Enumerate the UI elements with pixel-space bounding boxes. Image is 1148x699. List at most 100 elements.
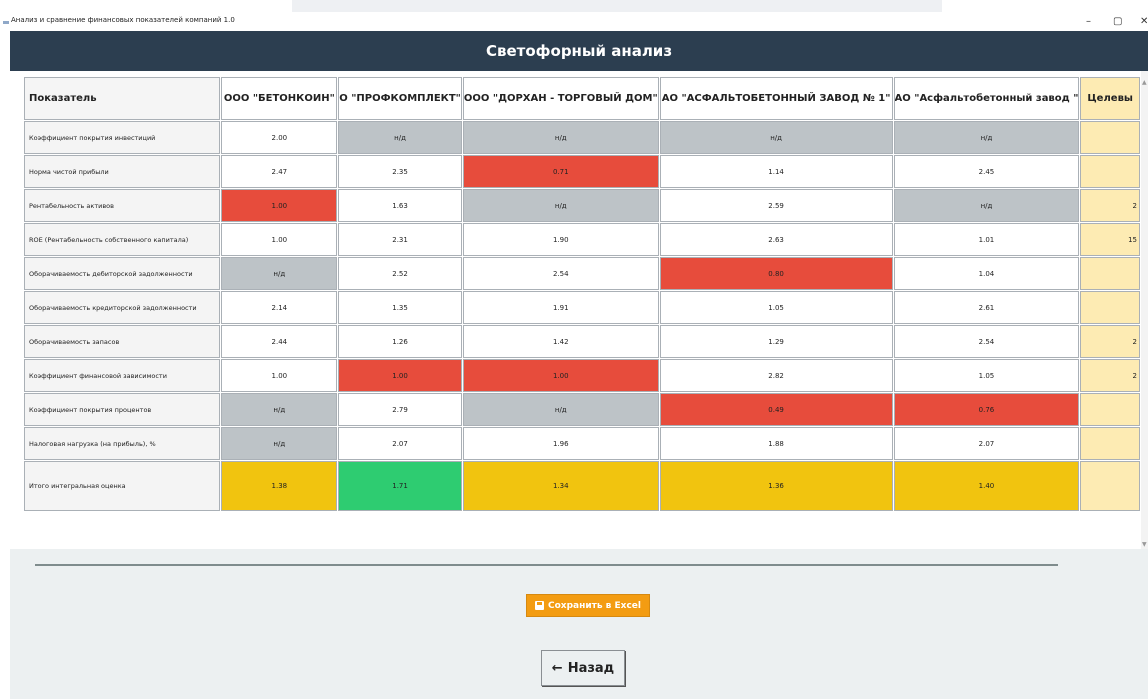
value-cell: 2.61	[893, 291, 1080, 324]
value-cell: 1.05	[659, 291, 893, 324]
value-cell: 1.04	[893, 257, 1080, 290]
value-cell: 1.38	[221, 461, 338, 511]
header-bar: Светофорный анализ	[10, 31, 1148, 71]
value-cell: 2.54	[893, 325, 1080, 358]
back-button[interactable]: ← Назад	[541, 650, 625, 686]
column-header-company: О "ПРОФКОМПЛЕКТ"	[338, 77, 462, 120]
target-cell: 15	[1080, 223, 1140, 256]
table-row: Оборачиваемость дебиторской задолженност…	[24, 257, 1140, 290]
value-cell: 1.42	[462, 325, 659, 358]
vertical-scrollbar[interactable]: ▲ ▼	[1141, 71, 1148, 549]
traffic-light-table: Показатель ООО "БЕТОНКОИН" О "ПРОФКОМПЛЕ…	[23, 76, 1141, 512]
value-cell: 0.80	[659, 257, 893, 290]
column-header-company: ООО "ДОРХАН - ТОРГОВЫЙ ДОМ"	[462, 77, 659, 120]
value-cell: 2.82	[659, 359, 893, 392]
top-strip	[0, 0, 1148, 13]
scroll-up-icon[interactable]: ▲	[1142, 79, 1147, 86]
value-cell: н/д	[893, 121, 1080, 154]
value-cell: 2.44	[221, 325, 338, 358]
value-cell: 1.00	[462, 359, 659, 392]
value-cell: 2.63	[659, 223, 893, 256]
row-label: Оборачиваемость дебиторской задолженност…	[24, 257, 221, 290]
value-cell: 1.29	[659, 325, 893, 358]
window-titlebar: Анализ и сравнение финансовых показателе…	[0, 13, 1148, 33]
value-cell: 2.31	[338, 223, 462, 256]
value-cell: н/д	[338, 121, 462, 154]
target-cell	[1080, 155, 1140, 188]
row-label: Оборачиваемость запасов	[24, 325, 221, 358]
row-label: Итого интегральная оценка	[24, 461, 221, 511]
value-cell: н/д	[221, 393, 338, 426]
value-cell: 0.71	[462, 155, 659, 188]
target-cell: 2	[1080, 325, 1140, 358]
value-cell: 1.00	[221, 223, 338, 256]
value-cell: 0.76	[893, 393, 1080, 426]
row-label: Оборачиваемость кредиторской задолженнос…	[24, 291, 221, 324]
target-cell: 2	[1080, 189, 1140, 222]
app-window: Светофорный анализ Показатель ООО "БЕТОН…	[10, 31, 1148, 699]
value-cell: 2.00	[221, 121, 338, 154]
target-cell	[1080, 461, 1140, 511]
value-cell: 2.14	[221, 291, 338, 324]
table-row: Налоговая нагрузка (на прибыль), % н/д 2.0…	[24, 427, 1140, 460]
row-label: Рентабельность активов	[24, 189, 221, 222]
column-header-company: ООО "БЕТОНКОИН"	[221, 77, 338, 120]
app-icon	[3, 21, 9, 24]
value-cell: 2.07	[338, 427, 462, 460]
value-cell: 1.05	[893, 359, 1080, 392]
save-disk-icon	[535, 601, 544, 610]
save-excel-button[interactable]: Сохранить в Excel	[526, 594, 650, 617]
value-cell: 1.63	[338, 189, 462, 222]
table-row: Рентабельность активов 1.00 1.63 н/д 2.59 н/д…	[24, 189, 1140, 222]
table-row: Коэффициент покрытия инвестиций 2.00 н/д н/…	[24, 121, 1140, 154]
value-cell: 2.54	[462, 257, 659, 290]
table-row: Оборачиваемость запасов 2.44 1.26 1.42 1.29 2…	[24, 325, 1140, 358]
value-cell: н/д	[462, 121, 659, 154]
row-label: Коэффициент покрытия инвестиций	[24, 121, 221, 154]
value-cell: 1.96	[462, 427, 659, 460]
value-cell: 1.91	[462, 291, 659, 324]
value-cell: 2.79	[338, 393, 462, 426]
back-arrow-icon: ←	[551, 660, 563, 676]
value-cell: 1.88	[659, 427, 893, 460]
row-label: Налоговая нагрузка (на прибыль), %	[24, 427, 221, 460]
table-row: Норма чистой прибыли 2.47 2.35 0.71 1.14 2.45	[24, 155, 1140, 188]
column-header-target: Целевы	[1080, 77, 1140, 120]
divider	[35, 564, 1058, 566]
maximize-icon[interactable]: ▢	[1113, 16, 1122, 28]
value-cell: н/д	[462, 189, 659, 222]
column-header-company: АО "АСФАЛЬТОБЕТОННЫЙ ЗАВОД № 1"	[659, 77, 893, 120]
row-label: Норма чистой прибыли	[24, 155, 221, 188]
target-cell	[1080, 291, 1140, 324]
target-cell	[1080, 121, 1140, 154]
page-title: Светофорный анализ	[485, 42, 673, 60]
value-cell: 2.52	[338, 257, 462, 290]
back-label: Назад	[567, 660, 615, 676]
minimize-icon[interactable]: –	[1086, 16, 1091, 28]
table-row: Коэффициент финансовой зависимости 1.00 1.…	[24, 359, 1140, 392]
table-row: Коэффициент покрытия процентов н/д 2.79 н/д…	[24, 393, 1140, 426]
value-cell: н/д	[462, 393, 659, 426]
value-cell: 1.00	[221, 189, 338, 222]
value-cell: 0.49	[659, 393, 893, 426]
close-icon[interactable]: ✕	[1140, 16, 1148, 28]
value-cell: 1.01	[893, 223, 1080, 256]
value-cell: 2.07	[893, 427, 1080, 460]
value-cell: н/д	[221, 427, 338, 460]
value-cell: 1.90	[462, 223, 659, 256]
scroll-down-icon[interactable]: ▼	[1142, 541, 1147, 548]
row-label: Коэффициент финансовой зависимости	[24, 359, 221, 392]
value-cell: 1.14	[659, 155, 893, 188]
row-label: ROE (Рентабельность собственного капитал…	[24, 223, 221, 256]
target-cell	[1080, 257, 1140, 290]
value-cell: н/д	[893, 189, 1080, 222]
column-header-indicator: Показатель	[24, 77, 221, 120]
value-cell: 2.35	[338, 155, 462, 188]
value-cell: 2.47	[221, 155, 338, 188]
top-strip-bar	[292, 0, 942, 12]
value-cell: 1.36	[659, 461, 893, 511]
table-row: Оборачиваемость кредиторской задолженнос…	[24, 291, 1140, 324]
target-cell: 2	[1080, 359, 1140, 392]
value-cell: 2.59	[659, 189, 893, 222]
value-cell: 1.00	[338, 359, 462, 392]
